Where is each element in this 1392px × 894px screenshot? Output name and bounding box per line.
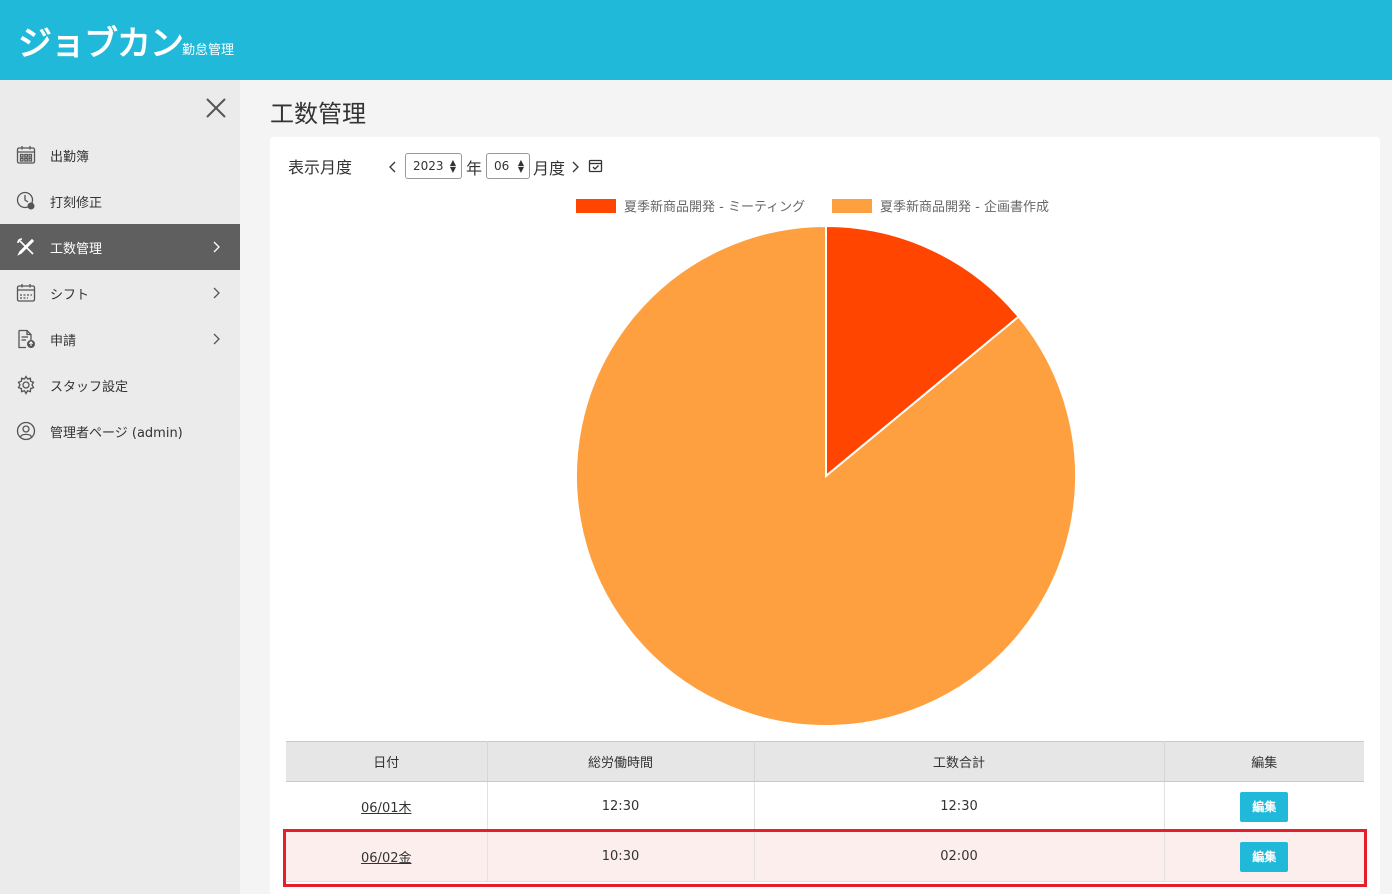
pie-chart	[575, 224, 1077, 727]
date-cell: 06/01木	[286, 781, 488, 832]
date-cell: 06/02金	[286, 831, 488, 882]
sidebar-item-attendance[interactable]: 出勤簿	[0, 132, 240, 178]
page-title: 工数管理	[270, 100, 366, 128]
column-header-man-hours: 工数合計	[754, 741, 1165, 782]
sidebar-item-application[interactable]: 申請	[0, 316, 240, 362]
edit-cell: 編集	[1164, 781, 1364, 832]
sidebar-item-label: シフト	[50, 287, 90, 303]
display-month-label: 表示月度	[288, 158, 353, 177]
sidebar-item-admin-page[interactable]: 管理者ページ (admin)	[0, 408, 240, 454]
man-hours-cell: 12:30	[754, 781, 1165, 832]
edit-button[interactable]: 編集	[1240, 791, 1289, 822]
user-circle-icon	[15, 420, 37, 442]
sidebar-item-shift[interactable]: シフト	[0, 270, 240, 316]
sidebar-item-label: 出勤簿	[50, 149, 90, 165]
chevron-right-icon	[572, 161, 579, 173]
legend-label: 夏季新商品開発 - 企画書作成	[880, 200, 1049, 215]
app-logo[interactable]: ジョブカン	[18, 16, 184, 65]
year-select-value: 2023	[413, 159, 444, 173]
month-select-value: 06	[494, 159, 510, 173]
close-icon	[206, 98, 226, 118]
table-row: 06/02金 10:30 02:00 編集	[286, 831, 1364, 882]
sidebar-item-punch-correction[interactable]: 打刻修正	[0, 178, 240, 224]
sidebar-close-button[interactable]	[204, 96, 228, 120]
calendar-grid-icon	[15, 144, 37, 166]
man-hours-cell: 02:00	[754, 831, 1165, 882]
edit-button[interactable]: 編集	[1240, 841, 1289, 872]
document-upload-icon	[15, 328, 37, 350]
app-header: ジョブカン 勤怠管理	[0, 0, 1392, 80]
next-month-button[interactable]	[569, 159, 581, 173]
total-hours-cell: 10:30	[487, 831, 755, 882]
chevron-right-icon	[210, 287, 222, 299]
total-hours-cell: 12:30	[487, 781, 755, 832]
edit-cell: 編集	[1164, 831, 1364, 882]
table-row: 06/01木 12:30 12:30 編集	[286, 781, 1364, 832]
sidebar-item-label: 申請	[50, 333, 77, 349]
year-select[interactable]: 2023 ▲ ▼	[405, 153, 462, 179]
sidebar-item-staff-settings[interactable]: スタッフ設定	[0, 362, 240, 408]
sidebar-item-label: 打刻修正	[50, 195, 103, 211]
column-header-total-hours: 総労働時間	[487, 741, 755, 782]
prev-month-button[interactable]	[387, 159, 399, 173]
chevron-right-icon	[210, 333, 222, 345]
month-select[interactable]: 06 ▲ ▼	[486, 153, 530, 179]
sidebar-item-label: 工数管理	[50, 241, 103, 257]
clock-edit-icon	[15, 190, 37, 212]
select-arrows-icon: ▲ ▼	[449, 158, 456, 174]
legend-label: 夏季新商品開発 - ミーティング	[624, 200, 806, 215]
month-unit-label: 月度	[533, 159, 566, 178]
date-link[interactable]: 06/01木	[361, 801, 411, 816]
calendar-icon	[588, 159, 603, 173]
legend-swatch	[576, 198, 616, 213]
table-header-row: 日付 総労働時間 工数合計 編集	[286, 741, 1364, 782]
gear-icon	[15, 374, 37, 396]
date-link[interactable]: 06/02金	[361, 851, 411, 866]
column-header-date: 日付	[286, 741, 488, 782]
sidebar-item-man-hours[interactable]: 工数管理	[0, 224, 240, 270]
legend-item-meeting[interactable]: 夏季新商品開発 - ミーティング	[576, 196, 805, 215]
sidebar-item-label: スタッフ設定	[50, 379, 129, 395]
column-header-edit: 編集	[1164, 741, 1364, 782]
calendar-picker-button[interactable]	[588, 158, 603, 173]
man-hours-table: 日付 総労働時間 工数合計 編集 06/01木 12:30 12:30 編集 0…	[286, 741, 1364, 882]
year-unit-label: 年	[466, 159, 483, 178]
sidebar-item-label: 管理者ページ (admin)	[50, 425, 183, 441]
shift-calendar-icon	[15, 282, 37, 304]
tools-icon	[15, 236, 37, 258]
legend-swatch	[832, 198, 872, 213]
app-logo-subtitle: 勤怠管理	[182, 43, 235, 58]
chevron-right-icon	[210, 241, 222, 253]
legend-item-planning[interactable]: 夏季新商品開発 - 企画書作成	[832, 196, 1049, 215]
chevron-left-icon	[389, 161, 396, 173]
select-arrows-icon: ▲ ▼	[517, 158, 524, 174]
